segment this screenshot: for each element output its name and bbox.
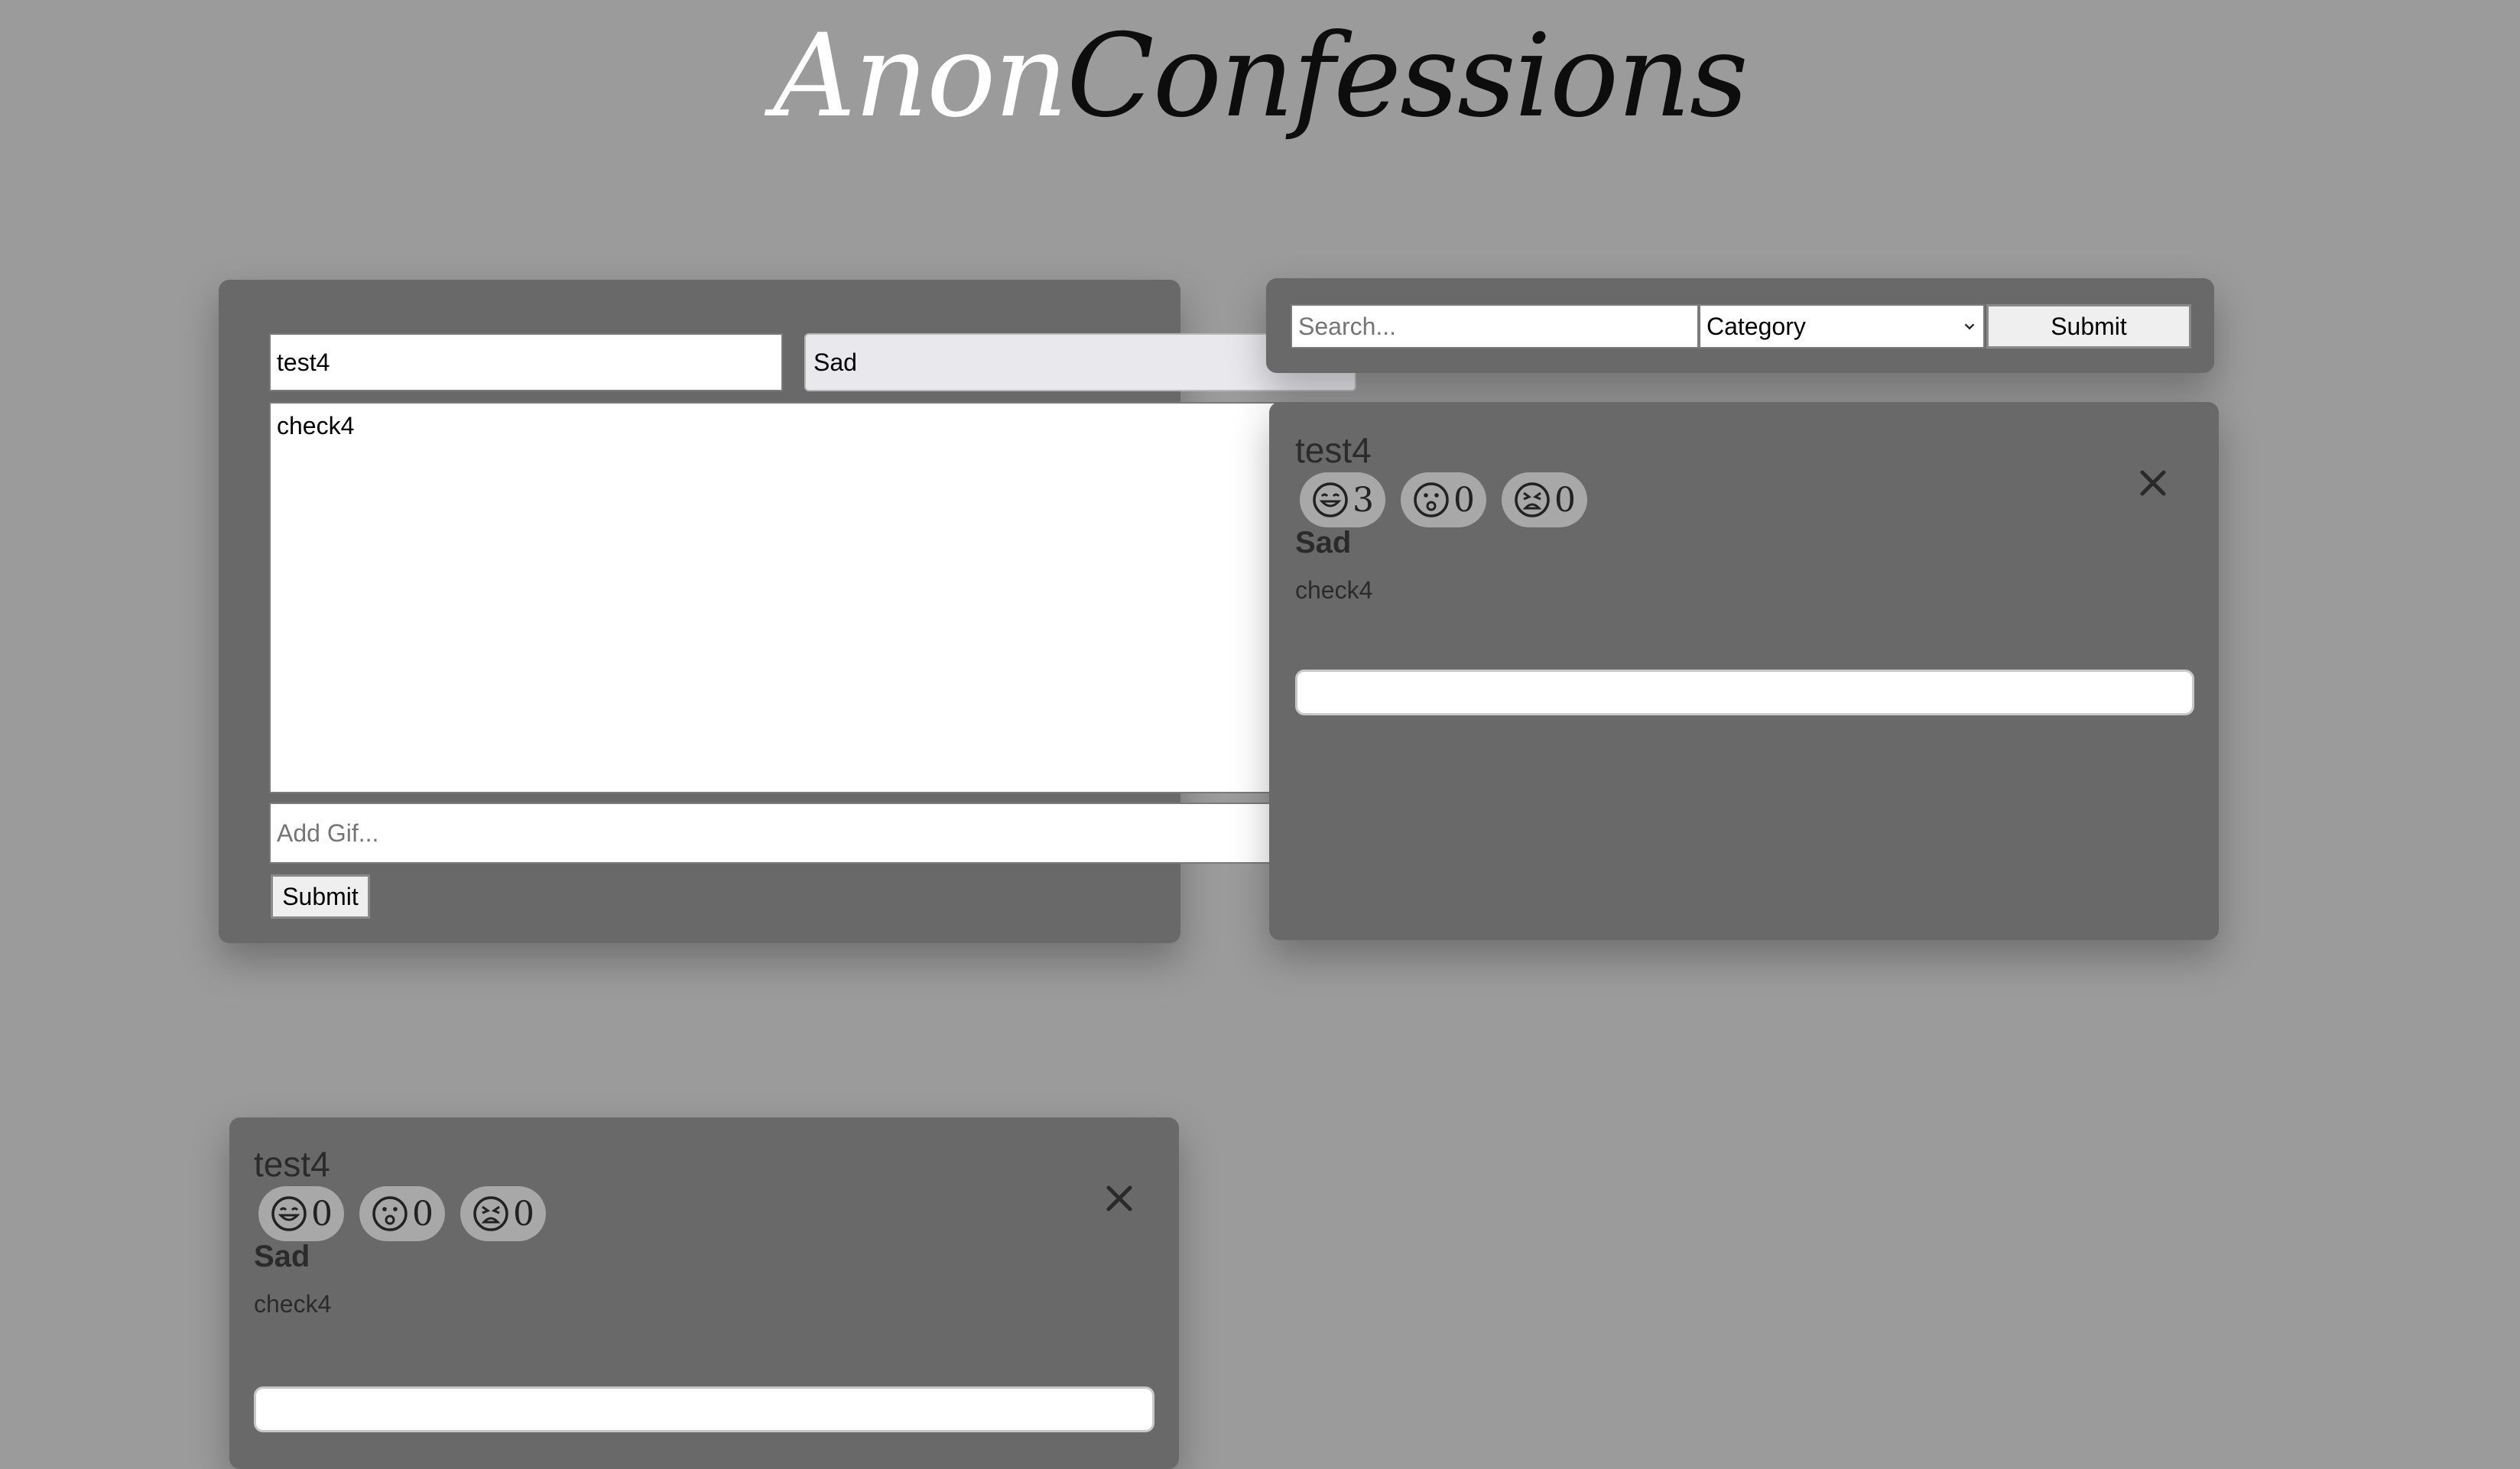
post-category: Sad: [1295, 526, 1352, 559]
name-input[interactable]: [269, 333, 783, 391]
reaction-bar: 3 0 0: [1300, 472, 1587, 527]
search-submit-button[interactable]: Submit: [1986, 304, 2191, 349]
reaction-angry-button[interactable]: 0: [460, 1186, 546, 1241]
post-submit-button[interactable]: Submit: [271, 874, 370, 919]
reaction-smile-button[interactable]: 3: [1300, 472, 1385, 527]
close-icon[interactable]: [1104, 1183, 1135, 1214]
close-icon[interactable]: [2138, 468, 2168, 498]
reaction-surprised-button[interactable]: 0: [359, 1186, 445, 1241]
category-select-value: Category: [1707, 312, 1806, 340]
chevron-down-icon: [1964, 323, 1975, 330]
post-text: check4: [1295, 576, 1373, 604]
comment-input[interactable]: [254, 1386, 1154, 1432]
angry-icon: [473, 1196, 508, 1231]
page-title-part-anon: Anon: [773, 10, 1068, 143]
reaction-count: 0: [412, 1194, 434, 1234]
post-form-panel: Sad check4 Submit: [219, 280, 1356, 943]
page-title: Anon Confessions: [0, 0, 2520, 153]
comment-input[interactable]: [1295, 670, 2194, 715]
post-category: Sad: [254, 1240, 310, 1273]
reaction-surprised-button[interactable]: 0: [1401, 472, 1486, 527]
post-card: test4 3 0 0 Sad check4: [1269, 402, 2219, 940]
gif-input[interactable]: [269, 803, 1356, 864]
reaction-count: 3: [1353, 480, 1374, 520]
surprised-icon: [1414, 482, 1449, 517]
reaction-count: 0: [311, 1194, 333, 1234]
mood-select-value: Sad: [813, 348, 857, 376]
smile-icon: [271, 1196, 307, 1231]
post-title: test4: [254, 1144, 330, 1184]
post-card: test4 0 0 0 Sad check4: [229, 1117, 1179, 1469]
reaction-angry-button[interactable]: 0: [1502, 472, 1587, 527]
reaction-count: 0: [1453, 480, 1475, 520]
reaction-count: 0: [513, 1194, 534, 1234]
search-panel: Category Submit: [1266, 278, 2214, 373]
page-title-part-confessions: Confessions: [1067, 10, 1749, 143]
smile-icon: [1313, 482, 1348, 517]
surprised-icon: [372, 1196, 408, 1231]
search-input[interactable]: [1291, 304, 1699, 349]
post-title: test4: [1295, 430, 1372, 470]
reaction-smile-button[interactable]: 0: [258, 1186, 344, 1241]
message-textarea[interactable]: check4: [269, 402, 1356, 793]
category-select[interactable]: Category: [1699, 304, 1985, 349]
reaction-count: 0: [1554, 480, 1576, 520]
reaction-bar: 0 0 0: [258, 1186, 546, 1241]
angry-icon: [1515, 482, 1550, 517]
post-text: check4: [254, 1290, 332, 1318]
